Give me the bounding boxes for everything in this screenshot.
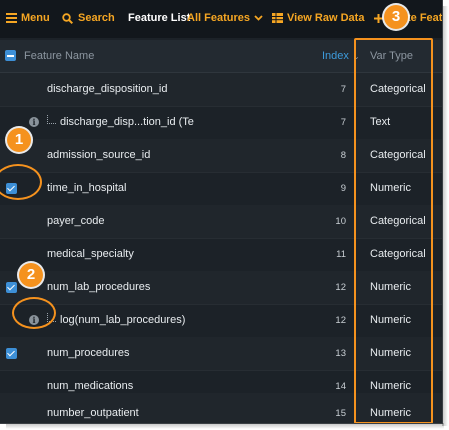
menu-label: Menu bbox=[21, 12, 50, 24]
view-raw-data-label: View Raw Data bbox=[287, 12, 365, 24]
table-icon bbox=[272, 13, 283, 23]
feature-name[interactable]: number_outpatient bbox=[47, 407, 139, 419]
feature-name[interactable]: num_medications bbox=[47, 380, 133, 392]
feature-index: 8 bbox=[340, 150, 346, 161]
search-label: Search bbox=[78, 12, 115, 24]
hamburger-menu-icon bbox=[6, 13, 17, 23]
derived-feature-connector bbox=[47, 115, 56, 124]
feature-name[interactable]: num_procedures bbox=[47, 347, 130, 359]
callout-badge-1: 1 bbox=[7, 128, 31, 152]
menu-button[interactable]: Menu bbox=[6, 12, 50, 24]
info-icon-highlight-ring bbox=[12, 297, 56, 329]
all-features-label: All Features bbox=[187, 12, 250, 24]
column-index[interactable]: Index bbox=[322, 50, 349, 62]
feature-index: 7 bbox=[340, 84, 346, 95]
feature-list-label: Feature List bbox=[128, 12, 191, 24]
feature-index: 12 bbox=[335, 282, 346, 293]
feature-list-title: Feature List bbox=[128, 12, 190, 24]
feature-name[interactable]: num_lab_procedures bbox=[47, 281, 150, 293]
feature-name[interactable]: time_in_hospital bbox=[47, 182, 127, 194]
search-button[interactable]: Search bbox=[62, 12, 115, 24]
callout-badge-3: 3 bbox=[384, 5, 408, 29]
plus-icon bbox=[374, 13, 383, 23]
feature-name[interactable]: medical_specialty bbox=[47, 248, 134, 260]
feature-name[interactable]: payer_code bbox=[47, 215, 105, 227]
feature-index: 7 bbox=[340, 117, 346, 128]
select-all-checkbox[interactable] bbox=[5, 50, 16, 61]
view-raw-data-button[interactable]: View Raw Data bbox=[272, 12, 364, 24]
create-feature-label: te Featu bbox=[407, 12, 443, 24]
row-checkbox[interactable] bbox=[6, 348, 17, 359]
callout-badge-2: 2 bbox=[19, 263, 43, 287]
feature-index: 15 bbox=[335, 408, 346, 419]
column-feature-name[interactable]: Feature Name bbox=[24, 50, 94, 62]
toolbar: Menu Search Feature List All Features Vi… bbox=[0, 0, 442, 38]
feature-name[interactable]: discharge_disp...tion_id (Te bbox=[60, 116, 194, 128]
feature-index: 10 bbox=[335, 216, 346, 227]
feature-index: 12 bbox=[335, 315, 346, 326]
search-icon bbox=[62, 12, 73, 24]
var-type-highlight-box bbox=[354, 38, 433, 423]
feature-index: 13 bbox=[335, 348, 346, 359]
feature-name[interactable]: log(num_lab_procedures) bbox=[60, 314, 185, 326]
feature-name[interactable]: discharge_disposition_id bbox=[47, 83, 167, 95]
chevron-down-icon bbox=[254, 15, 263, 21]
feature-index: 14 bbox=[335, 381, 346, 392]
feature-list-panel: Menu Search Feature List All Features Vi… bbox=[0, 0, 443, 424]
all-features-dropdown[interactable]: All Features bbox=[187, 12, 263, 24]
feature-index: 11 bbox=[336, 249, 346, 260]
feature-name[interactable]: admission_source_id bbox=[47, 149, 150, 161]
info-icon[interactable]: i bbox=[29, 117, 39, 127]
feature-index: 9 bbox=[340, 183, 346, 194]
row-checkbox[interactable] bbox=[6, 282, 17, 293]
